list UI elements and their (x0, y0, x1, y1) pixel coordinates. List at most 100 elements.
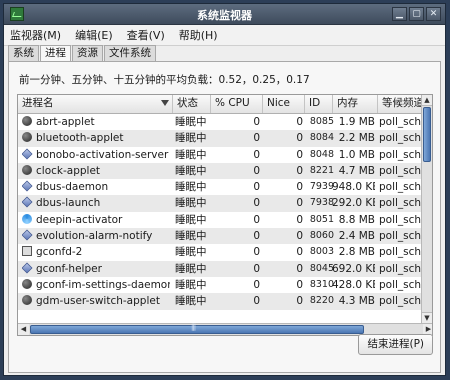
process-name: clock-applet (36, 164, 101, 177)
process-cpu: 0 (253, 262, 260, 275)
process-name: bluetooth-applet (36, 132, 124, 145)
process-rows: abrt-applet睡眠中0080851.9 MBpoll_scheduleb… (18, 114, 429, 310)
process-nice: 0 (296, 197, 303, 210)
process-name-cell: gconf-im-settings-daemon (22, 277, 170, 293)
process-id: 8051 (309, 213, 334, 225)
process-name: gconf-helper (36, 262, 102, 275)
table-row[interactable]: dbus-daemon睡眠中007939948.0 KBpoll_schedul… (18, 179, 429, 195)
process-nice: 0 (296, 181, 303, 194)
scroll-down-icon[interactable]: ▼ (422, 312, 432, 323)
column-header-nice[interactable]: Nice (263, 95, 305, 113)
table-row[interactable]: deepin-activator 睡眠中 0 0 8051 8.8 MB poll_sche… (18, 212, 429, 228)
column-header-cpu[interactable]: % CPU (211, 95, 263, 113)
menu-edit[interactable]: 编辑(E) (75, 27, 113, 43)
process-name-cell: bluetooth-applet (22, 130, 170, 146)
process-circle-icon (22, 295, 32, 306)
process-swirl-icon (22, 213, 32, 224)
table-row[interactable]: abrt-applet睡眠中0080851.9 MBpoll_schedule (18, 114, 429, 130)
end-process-button[interactable]: 结束进程(P) (358, 334, 433, 355)
process-name-cell: abrt-applet (22, 114, 170, 130)
horizontal-scroll-thumb[interactable] (30, 323, 364, 334)
menu-view[interactable]: 查看(V) (127, 27, 165, 43)
process-memory: 948.0 KB (332, 181, 375, 194)
process-nice: 0 (296, 278, 303, 291)
process-memory: 4.3 MB (338, 295, 375, 308)
table-row[interactable]: gconf-helper睡眠中008045692.0 KBpoll_schedu… (18, 260, 429, 277)
process-id: 8310 (309, 278, 334, 290)
process-name: gconfd-2 (36, 246, 83, 259)
scroll-left-icon[interactable]: ◀ (18, 324, 29, 335)
process-cpu: 0 (253, 295, 260, 308)
process-name: deepin-activator (36, 213, 123, 226)
process-cpu: 0 (253, 164, 260, 177)
process-id: 8220 (309, 295, 334, 307)
process-id: 7939 (309, 181, 334, 193)
process-name-cell: dbus-launch (22, 195, 170, 211)
process-memory: 1.0 MB (338, 148, 375, 161)
vertical-scroll-thumb[interactable] (423, 107, 431, 162)
process-diamond-icon (22, 180, 33, 192)
processes-panel: 前一分钟、五分钟、十五分钟的平均负载：0.52，0.25，0.17 进程名 状态… (8, 61, 441, 373)
window-title: 系统监视器 (197, 9, 252, 22)
scroll-up-icon[interactable]: ▲ (422, 95, 432, 106)
table-row[interactable]: bluetooth-applet 睡眠中 0 0 8084 2.2 MB poll_sche… (18, 130, 429, 147)
menu-help[interactable]: 帮助(H) (179, 27, 218, 43)
vertical-scrollbar[interactable]: ▲ ▼ (421, 95, 432, 323)
process-circle-icon (22, 164, 32, 175)
process-name: dbus-launch (36, 197, 101, 210)
column-header-status[interactable]: 状态 (173, 95, 211, 113)
tab-processes[interactable]: 进程 (40, 45, 71, 62)
process-status: 睡眠中 (175, 181, 207, 194)
process-name-cell: bonobo-activation-server (22, 147, 170, 163)
menu-monitor[interactable]: 监视器(M) (10, 27, 61, 43)
maximize-icon[interactable]: ▢ (409, 7, 424, 21)
table-row[interactable]: bonobo-activation-server 睡眠中 0 0 8048 1.0 MB p… (18, 147, 429, 163)
sort-descending-icon (161, 100, 169, 106)
column-header-name[interactable]: 进程名 (18, 95, 173, 113)
table-row[interactable]: gconfd-2睡眠中0080032.8 MBpoll_schedule (18, 244, 429, 260)
column-header-id[interactable]: ID (305, 95, 333, 113)
process-memory: 428.0 KB (332, 278, 375, 291)
column-header-wait-channel[interactable]: 等候频道 (378, 95, 422, 113)
process-memory: 692.0 KB (332, 262, 375, 275)
table-row[interactable]: evolution-alarm-notify 睡眠中 0 0 8060 2.4 MB pol… (18, 228, 429, 245)
process-nice: 0 (296, 164, 303, 177)
process-cpu: 0 (253, 116, 260, 128)
column-header-memory[interactable]: 内存 (333, 95, 378, 113)
process-nice: 0 (296, 262, 303, 275)
close-icon[interactable]: ✕ (426, 7, 441, 21)
table-row[interactable]: gdm-user-switch-applet 睡眠中 0 0 8220 4.3 MB pol… (18, 293, 429, 310)
tab-resources[interactable]: 资源 (72, 45, 103, 61)
process-nice: 0 (296, 148, 303, 161)
titlebar[interactable]: 系统监视器 ▁ ▢ ✕ (4, 4, 445, 25)
process-cpu: 0 (253, 246, 260, 259)
process-cpu: 0 (253, 197, 260, 210)
process-name-cell: gconf-helper (22, 261, 170, 277)
process-circle-icon (22, 132, 32, 143)
minimize-icon[interactable]: ▁ (392, 7, 407, 21)
table-row[interactable]: clock-applet睡眠中0082214.7 MBpoll_schedule (18, 162, 429, 180)
process-cpu: 0 (253, 132, 260, 145)
process-status: 睡眠中 (175, 132, 207, 145)
tab-filesystems[interactable]: 文件系统 (104, 45, 156, 61)
process-status: 睡眠中 (175, 295, 207, 308)
process-id: 8084 (309, 132, 334, 144)
process-id: 8060 (309, 230, 334, 242)
process-diamond-icon (22, 262, 33, 274)
tab-system[interactable]: 系统 (8, 45, 39, 61)
process-circle-icon (22, 278, 32, 289)
process-nice: 0 (296, 230, 303, 243)
menubar: 监视器(M) 编辑(E) 查看(V) 帮助(H) (4, 25, 445, 46)
table-row[interactable]: dbus-launch睡眠中007938292.0 KBpoll_schedul… (18, 195, 429, 212)
process-status: 睡眠中 (175, 116, 207, 128)
process-name-cell: dbus-daemon (22, 179, 170, 195)
process-status: 睡眠中 (175, 278, 207, 291)
process-id: 8048 (309, 148, 334, 160)
process-nice: 0 (296, 295, 303, 308)
table-row[interactable]: gconf-im-settings-daemon 睡眠中 0 0 8310 428.0 K… (18, 277, 429, 293)
process-cpu: 0 (253, 230, 260, 243)
process-status: 睡眠中 (175, 213, 207, 226)
load-average-label: 前一分钟、五分钟、十五分钟的平均负载：0.52，0.25，0.17 (19, 74, 310, 86)
process-id: 8085 (309, 116, 334, 127)
process-name-cell: gconfd-2 (22, 244, 170, 260)
